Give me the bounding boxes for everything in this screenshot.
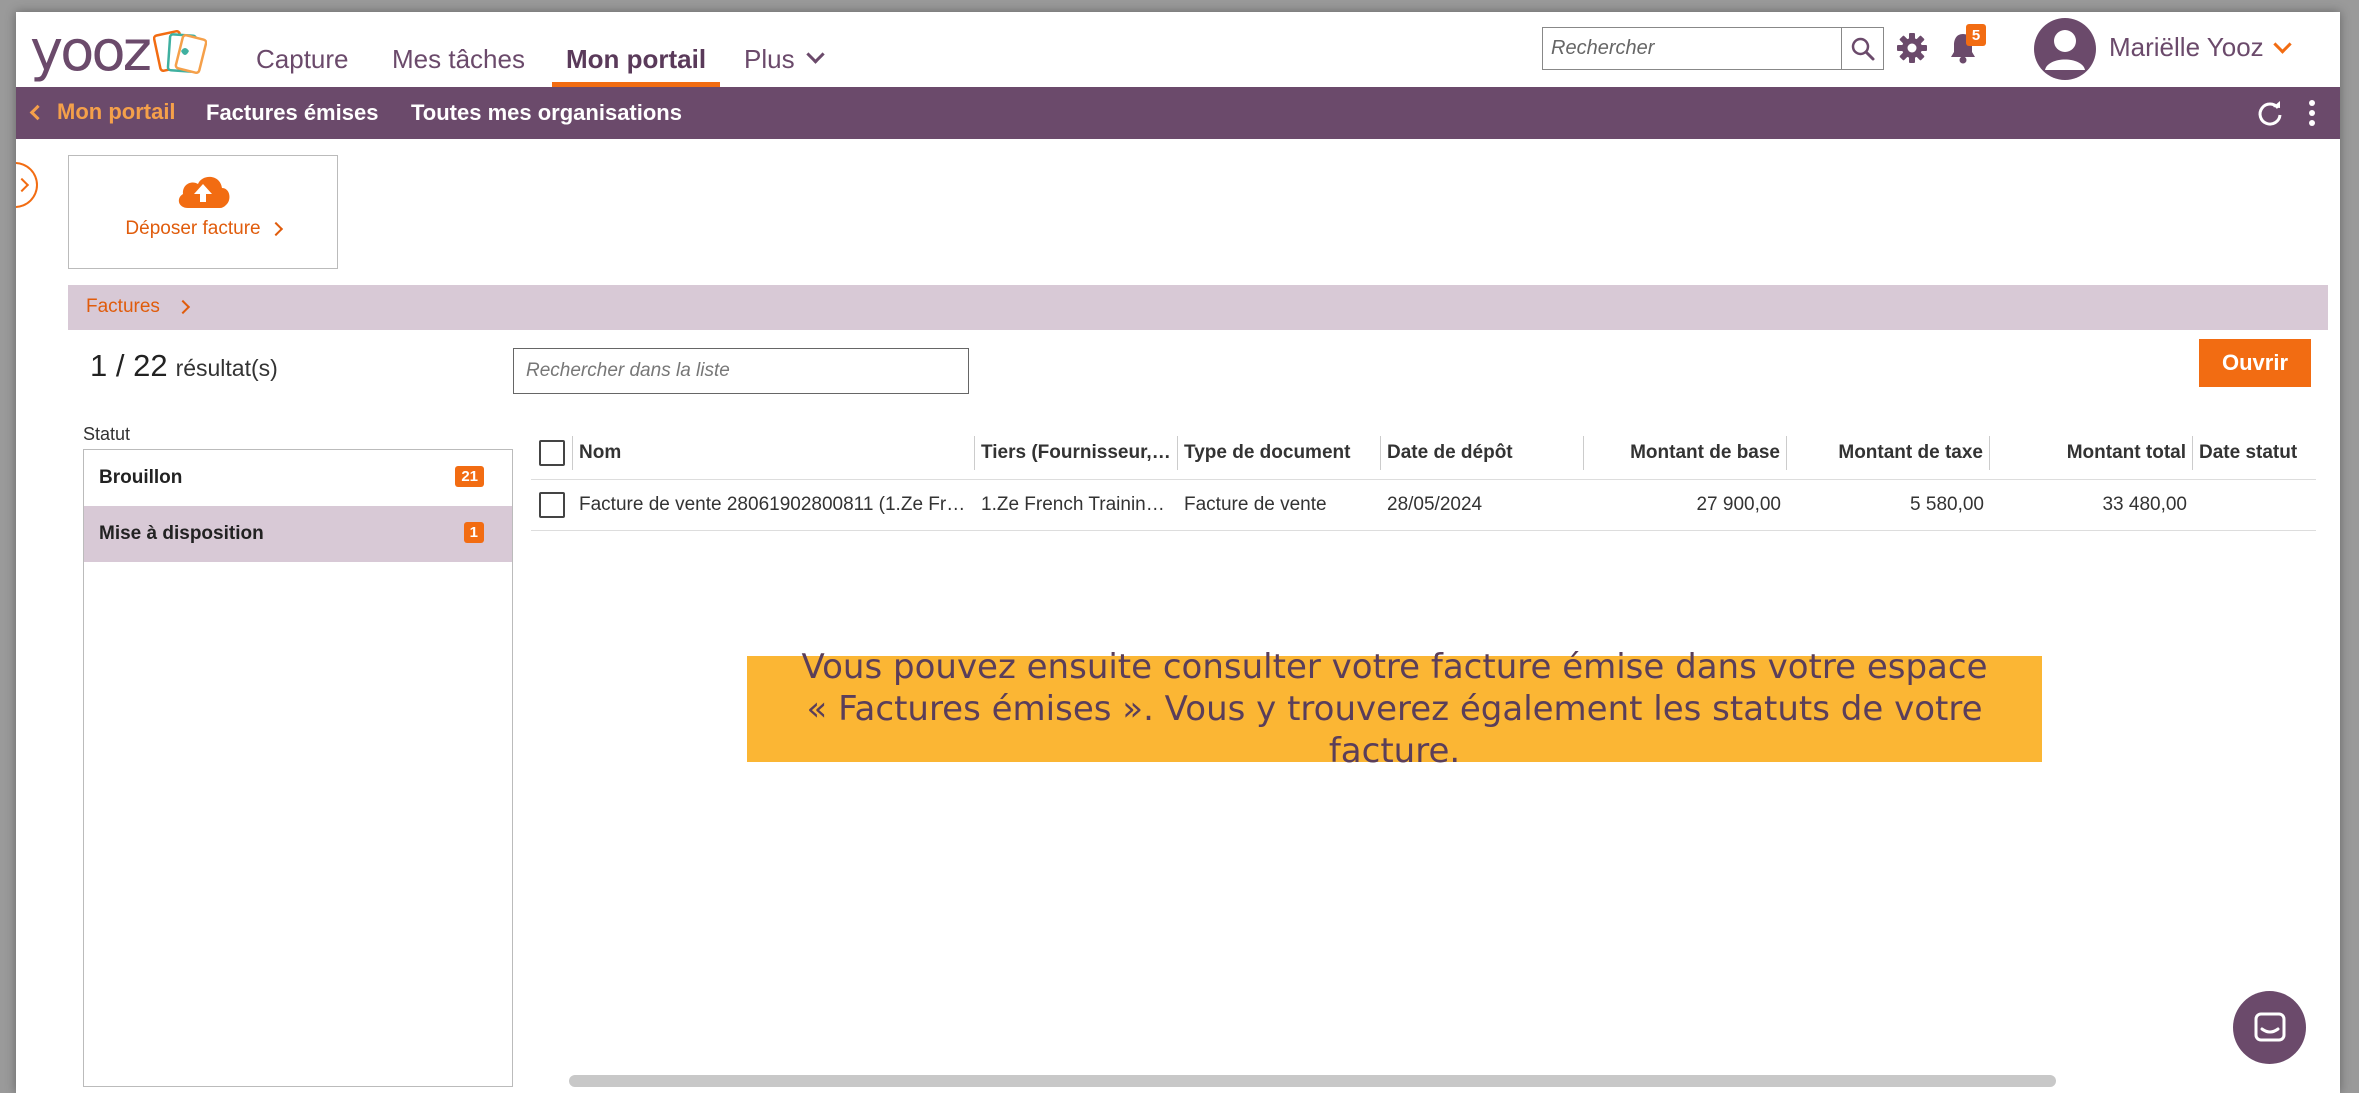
column-header-label: Tiers (Fournisseur, ...	[981, 442, 1173, 463]
row-checkbox[interactable]	[539, 492, 565, 518]
tab-mes-taches-label: Mes tâches	[392, 44, 525, 74]
upload-invoice-card[interactable]: Déposer facture	[68, 155, 338, 269]
invoices-section-header: Factures	[68, 285, 2328, 330]
column-header-montant-total[interactable]: Montant total	[1990, 436, 2193, 470]
tab-mon-portail[interactable]: Mon portail	[552, 28, 721, 87]
app-window: yooz Capture Mes tâches Mon portail Plus	[16, 12, 2340, 1093]
cell-date-depot: 28/05/2024	[1387, 494, 1483, 515]
tab-plus[interactable]: Plus	[744, 28, 825, 87]
result-count-label: résultat(s)	[175, 355, 278, 381]
more-options-icon[interactable]	[2308, 99, 2316, 127]
invoices-table: Nom Tiers (Fournisseur, ... Type de docu…	[531, 427, 2328, 531]
chevron-right-icon	[16, 177, 30, 193]
cloud-upload-icon	[178, 176, 230, 208]
cell-tiers: 1.Ze French Training ...	[981, 494, 1178, 515]
column-header-label: Nom	[579, 442, 622, 463]
column-header-label: Date statut	[2199, 442, 2298, 463]
tab-mes-taches[interactable]: Mes tâches	[392, 28, 525, 87]
status-count-badge: 21	[455, 466, 484, 487]
list-search-input[interactable]	[513, 348, 969, 394]
column-header-label: Montant total	[2066, 442, 2186, 463]
chevron-down-icon	[805, 45, 825, 64]
subnav-factures-emises[interactable]: Factures émises	[206, 100, 378, 126]
cell-montant-base: 27 900,00	[1696, 494, 1781, 515]
notification-count-badge: 5	[1966, 24, 1986, 46]
column-header-date-depot[interactable]: Date de dépôt	[1381, 436, 1584, 470]
status-filter-panel: Brouillon 21 Mise à disposition 1	[83, 449, 513, 1087]
chat-icon	[2254, 1012, 2285, 1041]
logo-text: yooz	[30, 19, 152, 84]
status-filter-label: Statut	[83, 424, 131, 444]
back-to-portal-link[interactable]: Mon portail	[26, 99, 176, 125]
gear-icon[interactable]	[1896, 32, 1928, 64]
global-search	[1542, 27, 1884, 70]
column-header-type-document[interactable]: Type de document	[1178, 436, 1381, 470]
user-avatar-icon	[2045, 30, 2085, 70]
subnav-toutes-organisations[interactable]: Toutes mes organisations	[411, 100, 682, 126]
user-menu[interactable]: Mariëlle Yooz	[2109, 32, 2292, 63]
yooz-logo[interactable]: yooz	[30, 19, 208, 84]
horizontal-scrollbar[interactable]	[569, 1075, 2056, 1087]
tutorial-callout: Vous pouvez ensuite consulter votre fact…	[747, 647, 2042, 771]
column-header-label: Montant de taxe	[1838, 442, 1983, 463]
search-button[interactable]	[1841, 28, 1883, 69]
tab-capture-label: Capture	[256, 44, 349, 74]
column-header-label: Montant de base	[1630, 442, 1780, 463]
callout-line-1: Vous pouvez ensuite consulter votre fact…	[801, 647, 1988, 687]
chevron-right-icon	[175, 299, 190, 315]
open-button[interactable]: Ouvrir	[2199, 339, 2311, 387]
column-header-date-statut[interactable]: Date statut	[2193, 442, 2315, 464]
sub-navbar: Mon portail Factures émises Toutes mes o…	[16, 87, 2340, 139]
refresh-icon[interactable]	[2256, 99, 2284, 127]
column-header-label: Type de document	[1184, 442, 1351, 463]
cell-type-document: Facture de vente	[1184, 494, 1327, 515]
row-select-cell	[531, 492, 573, 518]
status-item-brouillon[interactable]: Brouillon 21	[84, 450, 512, 506]
cell-montant-total: 33 480,00	[2102, 494, 2187, 515]
tab-mon-portail-label: Mon portail	[566, 44, 707, 74]
global-search-input[interactable]	[1543, 28, 1841, 69]
upload-invoice-text: Déposer facture	[125, 218, 261, 239]
user-name: Mariëlle Yooz	[2109, 32, 2264, 62]
column-header-label: Date de dépôt	[1387, 442, 1513, 463]
back-link-label: Mon portail	[57, 99, 176, 124]
user-avatar[interactable]	[2034, 18, 2096, 80]
chevron-right-icon	[268, 221, 283, 237]
chat-button[interactable]	[2233, 991, 2306, 1064]
tab-capture[interactable]: Capture	[256, 28, 349, 87]
search-icon	[1851, 37, 1874, 60]
logo-cards-icon	[153, 29, 208, 75]
column-header-nom[interactable]: Nom	[573, 436, 975, 470]
status-item-label: Mise à disposition	[99, 523, 264, 544]
column-header-montant-taxe[interactable]: Montant de taxe	[1787, 436, 1990, 470]
upload-invoice-label: Déposer facture	[125, 218, 283, 240]
invoices-section-link[interactable]: Factures	[86, 296, 190, 318]
sidebar-toggle-button[interactable]	[16, 162, 38, 208]
top-navbar: yooz Capture Mes tâches Mon portail Plus	[16, 12, 2340, 87]
callout-line-2: « Factures émises ». Vous y trouverez ég…	[806, 689, 1983, 771]
cell-nom: Facture de vente 28061902800811 (1.Ze Fr…	[579, 494, 975, 515]
status-item-mise-a-disposition[interactable]: Mise à disposition 1	[84, 506, 512, 562]
column-header-tiers[interactable]: Tiers (Fournisseur, ...	[975, 436, 1178, 470]
chevron-down-icon	[2272, 35, 2292, 54]
select-all-checkbox[interactable]	[539, 440, 565, 466]
result-count-number: 1 / 22	[90, 348, 168, 383]
status-item-label: Brouillon	[99, 467, 183, 488]
select-all-cell	[531, 436, 573, 470]
result-count: 1 / 22 résultat(s)	[90, 348, 278, 384]
table-header-row: Nom Tiers (Fournisseur, ... Type de docu…	[531, 427, 2328, 479]
chevron-left-icon	[29, 104, 46, 120]
cell-montant-taxe: 5 580,00	[1910, 494, 1984, 515]
tab-plus-label: Plus	[744, 44, 795, 74]
column-header-montant-base[interactable]: Montant de base	[1584, 436, 1787, 470]
status-count-badge: 1	[463, 522, 484, 543]
table-row[interactable]: Facture de vente 28061902800811 (1.Ze Fr…	[531, 479, 2316, 531]
invoices-section-title: Factures	[86, 296, 160, 317]
